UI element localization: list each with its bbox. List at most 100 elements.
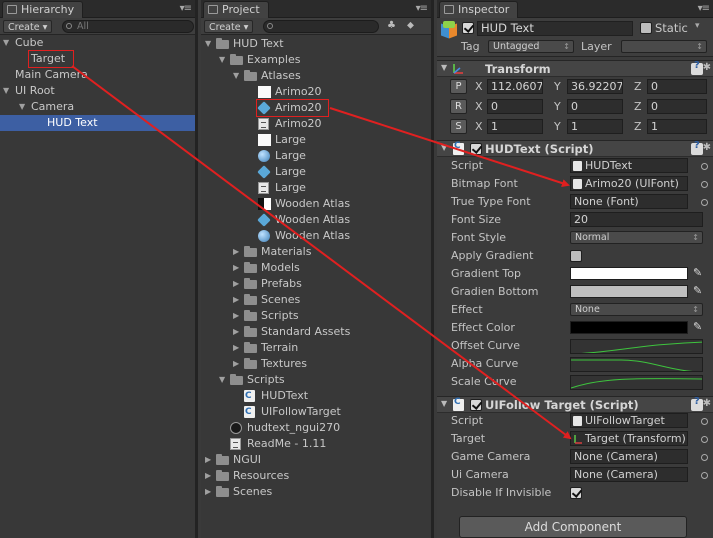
tab-project[interactable]: Project	[203, 1, 269, 18]
tab-hierarchy[interactable]: Hierarchy	[2, 1, 84, 18]
fold-open-icon[interactable]: ▼	[219, 52, 225, 68]
project-item[interactable]: Wooden Atlas	[201, 212, 431, 228]
project-item[interactable]: ▶ Textures	[201, 356, 431, 372]
object-picker-icon[interactable]	[701, 436, 708, 443]
transform-y-field[interactable]: 1	[567, 119, 623, 134]
project-item[interactable]: UIFollowTarget	[201, 404, 431, 420]
project-item[interactable]: ▼ Atlases	[201, 68, 431, 84]
object-picker-icon[interactable]	[701, 181, 708, 188]
transform-y-field[interactable]: 36.92207	[567, 79, 623, 94]
effect-dropdown[interactable]: None	[570, 303, 703, 316]
fold-open-icon[interactable]: ▼	[441, 399, 447, 408]
project-item[interactable]: ▶ Standard Assets	[201, 324, 431, 340]
transform-s-button[interactable]: S	[450, 119, 467, 134]
fold-open-icon[interactable]: ▼	[441, 63, 447, 72]
hierarchy-create-button[interactable]: Create ▾	[3, 20, 53, 33]
object-picker-icon[interactable]	[701, 472, 708, 479]
hierarchy-item[interactable]: ▼ Cube	[0, 35, 195, 51]
fold-closed-icon[interactable]: ▶	[205, 468, 211, 484]
project-item[interactable]: Arimo20	[201, 84, 431, 100]
project-item[interactable]: ReadMe - 1.11	[201, 436, 431, 452]
font-style-dropdown[interactable]: Normal	[570, 231, 703, 244]
fold-closed-icon[interactable]: ▶	[233, 260, 239, 276]
gradient-top-color[interactable]	[570, 267, 688, 280]
transform-r-button[interactable]: R	[450, 99, 467, 114]
project-item[interactable]: ▶ Scripts	[201, 308, 431, 324]
project-item[interactable]: ▼ Scripts	[201, 372, 431, 388]
project-search-input[interactable]	[263, 20, 379, 33]
project-item[interactable]: Large	[201, 164, 431, 180]
transform-z-field[interactable]: 0	[647, 79, 707, 94]
active-checkbox[interactable]	[462, 22, 474, 34]
project-item[interactable]: hudtext_ngui270	[201, 420, 431, 436]
disable-invisible-checkbox[interactable]	[570, 487, 582, 499]
project-item[interactable]: ▶ Models	[201, 260, 431, 276]
fold-closed-icon[interactable]: ▶	[233, 292, 239, 308]
project-item[interactable]: ▶ Terrain	[201, 340, 431, 356]
effect-color[interactable]	[570, 321, 688, 334]
project-item[interactable]: ▶ Prefabs	[201, 276, 431, 292]
project-item[interactable]: ▼ Examples	[201, 52, 431, 68]
followtarget-enabled-checkbox[interactable]	[470, 399, 482, 411]
fold-open-icon[interactable]: ▼	[3, 35, 9, 51]
object-name-field[interactable]: HUD Text	[477, 21, 633, 36]
fold-open-icon[interactable]: ▼	[219, 372, 225, 388]
tab-menu-icon[interactable]: ▾≡	[180, 3, 192, 14]
tab-menu-icon[interactable]: ▾≡	[416, 3, 428, 14]
transform-z-field[interactable]: 0	[647, 99, 707, 114]
project-item[interactable]: ▶ Scenes	[201, 484, 431, 500]
transform-x-field[interactable]: 112.0607	[487, 79, 543, 94]
project-create-button[interactable]: Create ▾	[204, 20, 254, 33]
project-item[interactable]: ▶ Resources	[201, 468, 431, 484]
gear-icon[interactable]: ✱	[703, 398, 711, 409]
hierarchy-search-input[interactable]: All	[62, 20, 194, 33]
fold-closed-icon[interactable]: ▶	[233, 276, 239, 292]
transform-y-field[interactable]: 0	[567, 99, 623, 114]
fold-closed-icon[interactable]: ▶	[205, 452, 211, 468]
project-item[interactable]: Arimo20	[201, 116, 431, 132]
hierarchy-item[interactable]: Main Camera	[0, 67, 195, 83]
fold-open-icon[interactable]: ▼	[441, 143, 447, 152]
help-icon[interactable]	[691, 60, 703, 75]
static-dropdown-icon[interactable]: ▾	[695, 21, 700, 31]
project-item[interactable]: ▶ Materials	[201, 244, 431, 260]
hierarchy-item[interactable]: ▼ UI Root	[0, 83, 195, 99]
fold-open-icon[interactable]: ▼	[3, 83, 9, 99]
gear-icon[interactable]: ✱	[703, 142, 711, 153]
ft-script-field[interactable]: UIFollowTarget	[570, 413, 688, 428]
project-item[interactable]: ▶ NGUI	[201, 452, 431, 468]
game-camera-field[interactable]: None (Camera)	[570, 449, 688, 464]
hudtext-script-field[interactable]: HUDText	[570, 158, 688, 173]
object-picker-icon[interactable]	[701, 418, 708, 425]
project-item[interactable]: Large	[201, 132, 431, 148]
fold-closed-icon[interactable]: ▶	[233, 324, 239, 340]
scale-curve-field[interactable]	[570, 375, 703, 390]
bitmap-font-field[interactable]: Arimo20 (UIFont)	[570, 176, 688, 191]
transform-x-field[interactable]: 1	[487, 119, 543, 134]
project-item[interactable]: HUDText	[201, 388, 431, 404]
fold-closed-icon[interactable]: ▶	[233, 356, 239, 372]
font-size-field[interactable]: 20	[570, 212, 703, 227]
fold-closed-icon[interactable]: ▶	[233, 340, 239, 356]
hierarchy-item[interactable]: HUD Text	[0, 115, 195, 131]
eyedropper-icon[interactable]: ✎	[693, 284, 702, 297]
filter-type-icon[interactable]: ♣	[387, 20, 396, 31]
add-component-button[interactable]: Add Component	[459, 516, 687, 538]
fold-open-icon[interactable]: ▼	[205, 36, 211, 52]
transform-header[interactable]: ▼ Transform ✱	[437, 60, 713, 77]
fold-closed-icon[interactable]: ▶	[233, 244, 239, 260]
object-picker-icon[interactable]	[701, 199, 708, 206]
hudtext-header[interactable]: ▼ HUDText (Script) ✱	[437, 140, 713, 157]
alpha-curve-field[interactable]	[570, 357, 703, 372]
tag-dropdown[interactable]: Untagged	[488, 40, 574, 53]
filter-label-icon[interactable]: ⬥	[407, 20, 414, 31]
project-item[interactable]: Wooden Atlas	[201, 196, 431, 212]
fold-closed-icon[interactable]: ▶	[233, 308, 239, 324]
gear-icon[interactable]: ✱	[703, 62, 711, 73]
fold-open-icon[interactable]: ▼	[19, 99, 25, 115]
target-field[interactable]: Target (Transform)	[570, 431, 688, 446]
gradient-bottom-color[interactable]	[570, 285, 688, 298]
hudtext-enabled-checkbox[interactable]	[470, 143, 482, 155]
help-icon[interactable]	[691, 396, 703, 411]
transform-z-field[interactable]: 1	[647, 119, 707, 134]
